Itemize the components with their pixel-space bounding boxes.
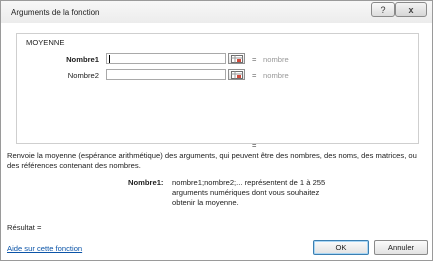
arg-label-nombre2: Nombre2: [67, 71, 99, 80]
nombre1-input[interactable]: [106, 53, 226, 64]
question-icon: ?: [380, 4, 386, 15]
arg2-equals: =: [252, 71, 257, 80]
title-bar[interactable]: Arguments de la fonction ? x: [1, 1, 432, 23]
function-group: MOYENNE Nombre1 = nombre Nombre2 = nombr…: [16, 33, 419, 144]
arg-description-text: nombre1;nombre2;... représentent de 1 à …: [172, 178, 326, 207]
arg-label-nombre1: Nombre1: [66, 55, 99, 64]
result-label: Résultat =: [7, 223, 42, 232]
ok-button[interactable]: OK: [313, 240, 369, 255]
nombre2-ref-button[interactable]: [228, 69, 245, 80]
arg1-type-hint: nombre: [263, 55, 289, 64]
arg2-type-hint: nombre: [263, 71, 289, 80]
function-name: MOYENNE: [26, 38, 65, 47]
help-button[interactable]: ?: [371, 2, 395, 17]
function-description: Renvoie la moyenne (espérance arithmétiq…: [7, 151, 417, 170]
nombre1-ref-button[interactable]: [228, 53, 245, 64]
dialog-title: Arguments de la fonction: [11, 8, 100, 17]
function-arguments-dialog: Arguments de la fonction ? x MOYENNE Nom…: [0, 0, 433, 261]
arg-description-label: Nombre1:: [128, 178, 164, 187]
arg1-equals: =: [252, 55, 257, 64]
close-button[interactable]: x: [395, 2, 427, 17]
cancel-button[interactable]: Annuler: [374, 240, 428, 255]
text-caret: [109, 55, 110, 63]
collapse-dialog-icon: [231, 55, 243, 63]
collapse-dialog-icon: [231, 71, 243, 79]
help-link[interactable]: Aide sur cette fonction: [7, 244, 82, 253]
nombre2-input[interactable]: [106, 69, 226, 80]
formula-result-equals: =: [252, 141, 257, 150]
close-icon: x: [408, 4, 414, 15]
